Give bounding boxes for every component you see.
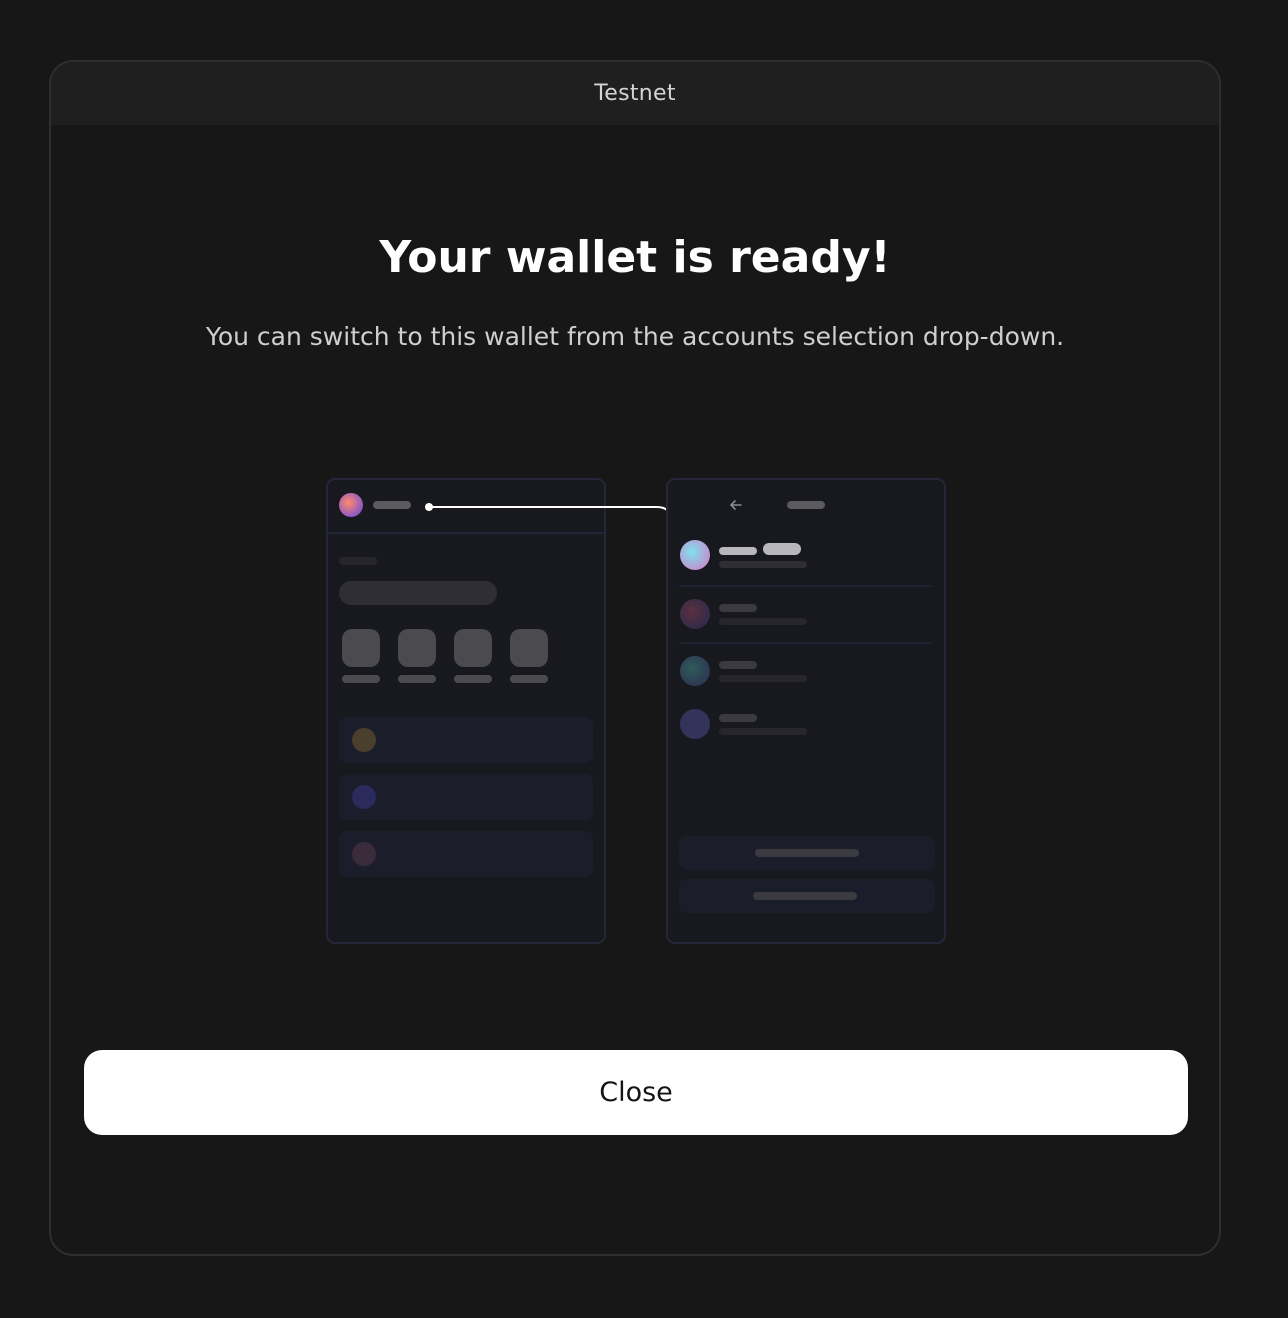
modal-title: Your wallet is ready! — [379, 232, 891, 283]
account-switch-illustration — [326, 478, 946, 944]
network-bar: Testnet — [51, 62, 1219, 125]
wallet-home-mockup — [326, 478, 606, 944]
close-button[interactable]: Close — [84, 1050, 1188, 1135]
network-label: Testnet — [594, 81, 676, 106]
modal-subtitle: You can switch to this wallet from the a… — [205, 322, 1065, 351]
account-avatar-icon — [339, 493, 363, 517]
wallet-ready-modal: Testnet Your wallet is ready! You can sw… — [49, 60, 1221, 1256]
account-selector-mockup — [666, 478, 946, 944]
